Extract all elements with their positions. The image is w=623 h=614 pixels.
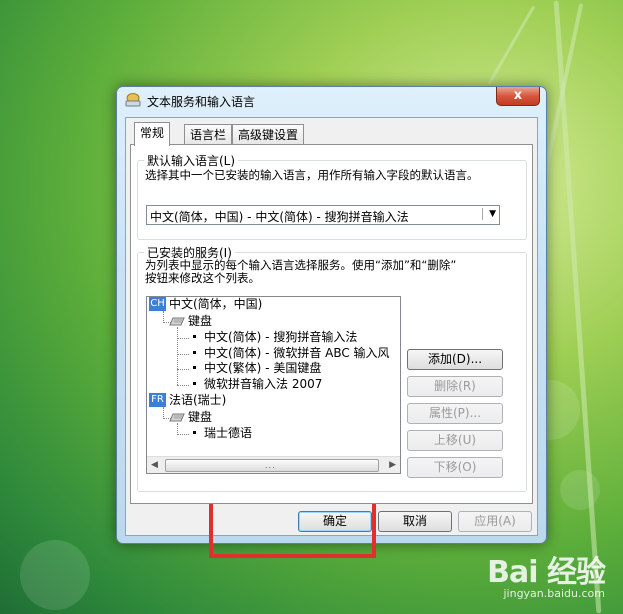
installed-services-tree[interactable]: CH 中文(简体，中国) 键盘 中文(简体) - 搜狗拼音输入法 中文(简体) -… (146, 296, 401, 474)
installed-services-group: 已安装的服务(I) 为列表中显示的每个输入语言选择服务。使用“添加”和“删除” … (137, 244, 527, 492)
chevron-down-icon: ▼ (489, 209, 496, 219)
tab-advanced-key-settings[interactable]: 高级键设置 (232, 124, 305, 145)
default-language-select[interactable]: 中文(简体，中国) - 中文(简体) - 搜狗拼音输入法 ▼ (146, 205, 500, 225)
language-badge-icon: CH (149, 297, 166, 311)
add-button[interactable]: 添加(D)... (407, 349, 503, 370)
installed-services-description-line2: 按钮来修改这个列表。 (145, 271, 260, 285)
tab-general[interactable]: 常规 (134, 122, 171, 146)
tree-service-item[interactable]: 中文(繁体) - 美国键盘 (193, 361, 321, 376)
tree-connector (177, 385, 189, 386)
tab-language-bar[interactable]: 语言栏 (184, 124, 233, 145)
tree-service-item[interactable]: 微软拼音输入法 2007 (193, 377, 322, 392)
bullet-icon (193, 431, 196, 434)
tree-service-label: 中文(简体) - 搜狗拼音输入法 (204, 330, 358, 344)
bullet-icon (193, 366, 196, 369)
scrollbar-thumb[interactable]: ... (165, 459, 379, 472)
watermark-url: jingyan.baidu.com (503, 587, 605, 600)
wallpaper-bokeh (20, 540, 90, 610)
tab-panel-general: 默认输入语言(L) 选择其中一个已安装的输入语言，用作所有输入字段的默认语言。 … (130, 144, 533, 504)
tree-language-label: 法语(瑞士) (169, 393, 227, 407)
keyboard-icon (169, 413, 185, 422)
remove-button[interactable]: 删除(R) (407, 376, 503, 397)
properties-button[interactable]: 属性(P)... (407, 403, 503, 424)
watermark-logo: Bai 经验 (487, 555, 606, 590)
tree-service-label: 微软拼音输入法 2007 (204, 377, 323, 391)
keyboard-icon (169, 317, 185, 326)
tree-category-label: 键盘 (188, 410, 213, 424)
default-language-legend: 默认输入语言(L) (144, 152, 239, 169)
tree-service-label: 瑞士德语 (204, 426, 253, 440)
title-bar[interactable]: 文本服务和输入语言 x (117, 87, 546, 115)
default-language-description: 选择其中一个已安装的输入语言，用作所有输入字段的默认语言。 (145, 168, 479, 182)
tree-service-item[interactable]: 中文(简体) - 微软拼音 ABC 输入风 (193, 346, 390, 361)
close-button[interactable]: x (496, 87, 540, 106)
wallpaper-bokeh (560, 470, 600, 510)
tree-category-node[interactable]: 键盘 (169, 410, 212, 425)
tree-language-node[interactable]: CH 中文(简体，中国) (149, 297, 262, 312)
tree-category-label: 键盘 (188, 314, 213, 328)
default-language-group: 默认输入语言(L) 选择其中一个已安装的输入语言，用作所有输入字段的默认语言。 … (137, 152, 527, 240)
language-badge-icon: FR (149, 393, 166, 407)
dialog-client-area: 常规 语言栏 高级键设置 默认输入语言(L) 选择其中一个已安装的输入语言，用作… (125, 117, 538, 536)
cancel-button[interactable]: 取消 (378, 511, 452, 532)
apply-button[interactable]: 应用(A) (458, 511, 532, 532)
select-separator (482, 208, 483, 220)
tree-connector (177, 434, 189, 435)
wallpaper-plant-stem (487, 5, 536, 85)
text-services-dialog: 文本服务和输入语言 x 常规 语言栏 高级键设置 默认输入语言(L) 选择其中一… (116, 86, 547, 544)
grip-icon: ... (265, 461, 276, 470)
tree-language-label: 中文(简体，中国) (169, 297, 263, 311)
tree-language-node[interactable]: FR 法语(瑞士) (149, 393, 226, 408)
close-icon: x (513, 88, 523, 103)
tree-connector (177, 327, 178, 385)
keyboard-globe-icon (125, 93, 141, 107)
bullet-icon (193, 335, 196, 338)
tree-category-node[interactable]: 键盘 (169, 314, 212, 329)
scroll-right-icon[interactable]: ▶ (389, 460, 396, 470)
tree-connector (177, 354, 189, 355)
window-title: 文本服务和输入语言 (147, 95, 256, 109)
tree-service-label: 中文(简体) - 微软拼音 ABC 输入风 (204, 346, 390, 360)
bullet-icon (193, 351, 196, 354)
default-language-select-value: 中文(简体，中国) - 中文(简体) - 搜狗拼音输入法 (150, 210, 409, 224)
horizontal-scrollbar[interactable]: ◀ ... ▶ (147, 456, 400, 473)
tree-service-item[interactable]: 中文(简体) - 搜狗拼音输入法 (193, 330, 357, 345)
bullet-icon (193, 382, 196, 385)
baidu-watermark: Bai 经验 jingyan.baidu.com (487, 547, 606, 600)
move-up-button[interactable]: 上移(U) (407, 430, 503, 451)
tree-connector (177, 369, 189, 370)
tree-service-label: 中文(繁体) - 美国键盘 (204, 361, 322, 375)
move-down-button[interactable]: 下移(O) (407, 457, 503, 478)
scroll-left-icon[interactable]: ◀ (151, 460, 158, 470)
tree-service-item[interactable]: 瑞士德语 (193, 426, 252, 441)
tree-connector (177, 338, 189, 339)
